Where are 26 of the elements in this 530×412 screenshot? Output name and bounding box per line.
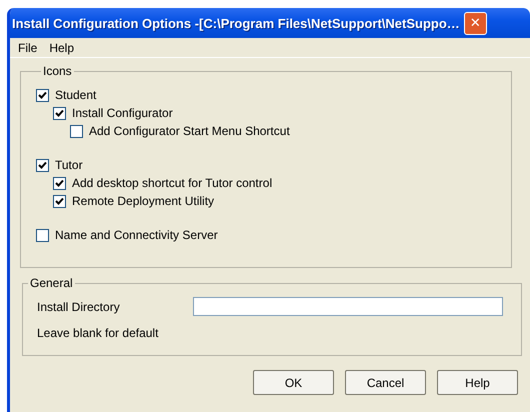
window-title: Install Configuration Options -[C:\Program Files\NetSupport\NetSuppo… (12, 16, 460, 30)
dialog-button[interactable]: Help (437, 370, 518, 395)
checkbox-label: Install Configurator (72, 106, 173, 120)
checkbox[interactable] (36, 88, 49, 102)
checkbox[interactable] (36, 228, 49, 242)
group-title: Icons (42, 64, 73, 78)
checkbox[interactable] (53, 194, 66, 208)
checkbox-label: Name and Connectivity Server (55, 228, 218, 242)
close-button[interactable]: ✕ (464, 12, 487, 34)
checkbox-label: Remote Deployment Utility (72, 194, 214, 208)
checkbox[interactable] (70, 124, 83, 138)
checkbox[interactable] (53, 176, 66, 190)
menu-item[interactable]: File (12, 40, 44, 54)
checkbox-label: Student (55, 88, 96, 102)
input-field[interactable] (193, 297, 503, 316)
checkbox[interactable] (36, 158, 49, 172)
checkbox-label: Add desktop shortcut for Tutor control (72, 176, 272, 190)
hint-text: Leave blank for default (36, 325, 160, 340)
checkbox[interactable] (53, 106, 66, 120)
dialog-button[interactable]: Cancel (345, 370, 426, 395)
checkbox-label: Tutor (55, 158, 83, 172)
dialog-button[interactable]: OK (253, 370, 334, 395)
install-directory-label: Install Directory (37, 300, 121, 314)
checkbox-label: Add Configurator Start Menu Shortcut (89, 124, 290, 138)
group-title: General (29, 276, 74, 290)
menu-item[interactable]: Help (43, 40, 80, 54)
